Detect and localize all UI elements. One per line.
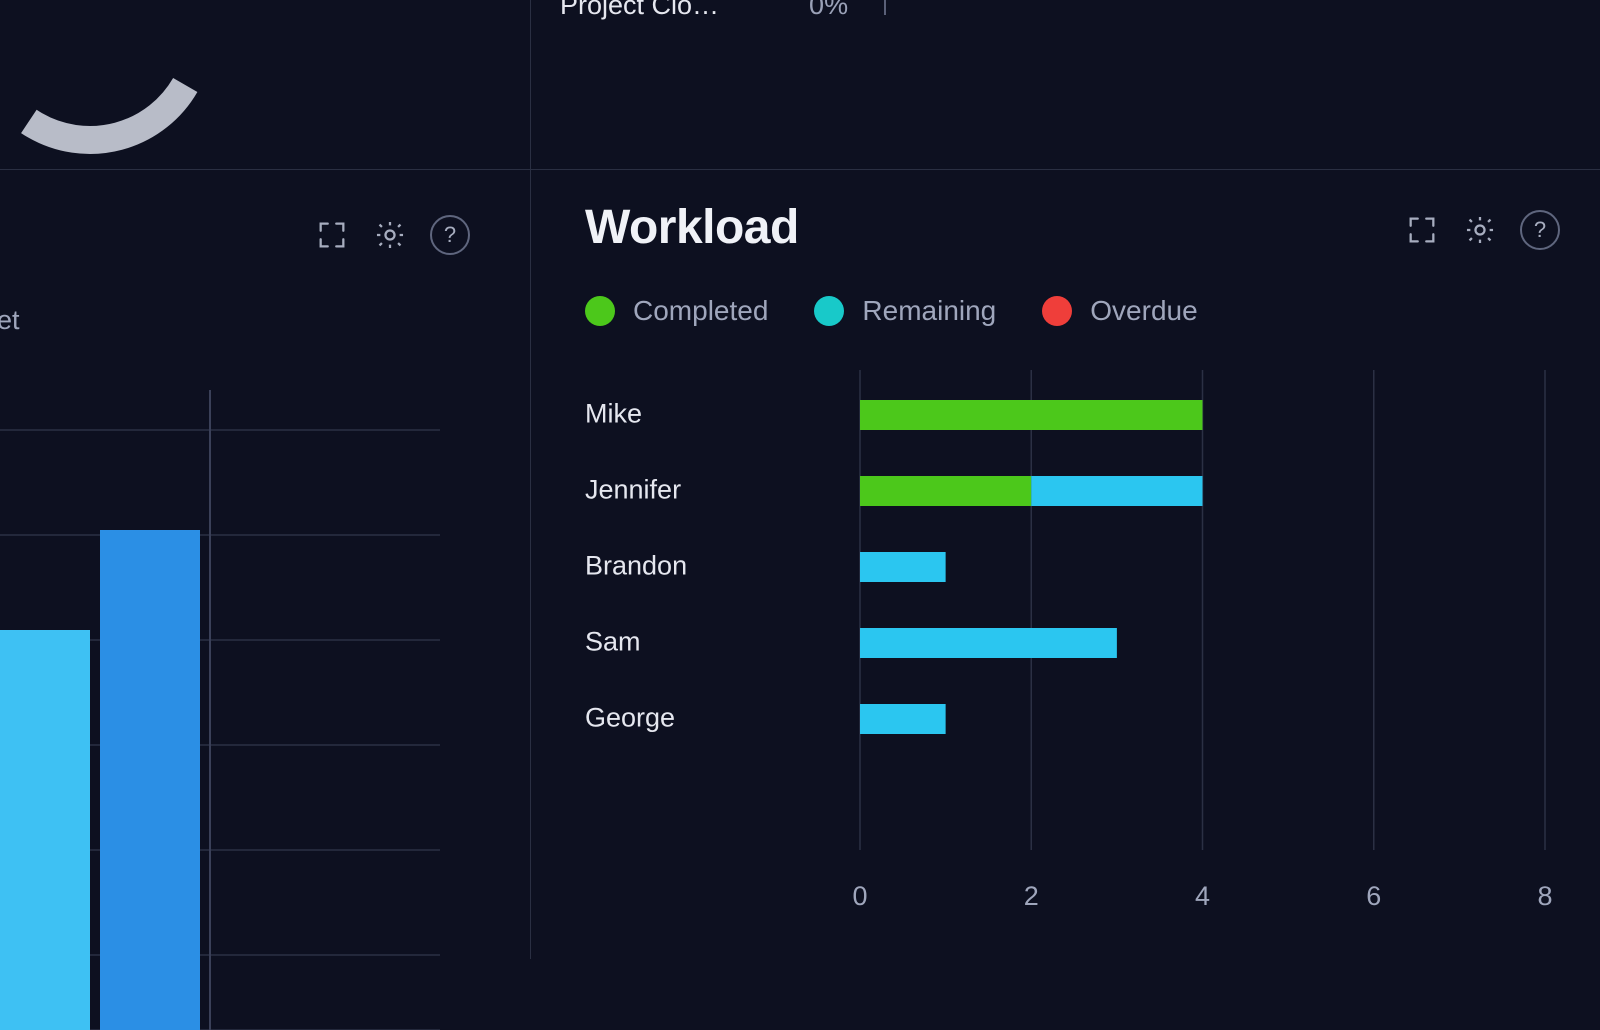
workload-row-label: Sam — [585, 627, 641, 657]
workload-legend: Completed Remaining Overdue — [585, 295, 1600, 327]
x-tick-label: 2 — [1024, 881, 1039, 911]
workload-row-label: Brandon — [585, 551, 687, 581]
top-strip: Project Clo… 0% — [0, 0, 1600, 170]
workload-panel-tools: ? — [1404, 210, 1560, 250]
x-tick-label: 0 — [852, 881, 867, 911]
workload-panel: Workload ? Completed Remaining Overdue — [530, 170, 1600, 959]
left-bar-a — [0, 630, 90, 1030]
project-percent: 0% — [809, 0, 848, 20]
left-panel: ? get — [0, 170, 530, 959]
project-name: Project Clo… — [560, 0, 719, 21]
workload-bar-segment — [860, 552, 946, 582]
swatch-completed — [585, 296, 615, 326]
workload-bar-segment — [860, 628, 1117, 658]
project-progress-row: Project Clo… 0% — [560, 0, 886, 21]
gear-icon[interactable] — [372, 217, 408, 253]
legend-remaining[interactable]: Remaining — [814, 295, 996, 327]
x-tick-label: 6 — [1366, 881, 1381, 911]
left-bar-chart — [0, 390, 440, 1030]
workload-bar-segment — [1031, 476, 1202, 506]
swatch-remaining — [814, 296, 844, 326]
workload-row-label: Jennifer — [585, 475, 681, 505]
legend-overdue[interactable]: Overdue — [1042, 295, 1197, 327]
gear-icon[interactable] — [1462, 212, 1498, 248]
help-icon[interactable]: ? — [1520, 210, 1560, 250]
workload-chart: 0 2 4 6 8 Mike Jennifer Brandon Sam George — [585, 370, 1565, 930]
left-panel-tools: ? — [314, 215, 470, 255]
workload-row-label: George — [585, 703, 675, 733]
expand-icon[interactable] — [1404, 212, 1440, 248]
workload-row-label: Mike — [585, 399, 642, 429]
x-tick-label: 4 — [1195, 881, 1210, 911]
workload-bar-segment — [860, 476, 1031, 506]
legend-remaining-label: Remaining — [862, 295, 996, 327]
donut-fragment — [0, 0, 240, 180]
workload-bar-segment — [860, 400, 1203, 430]
left-bar-b — [100, 530, 200, 1030]
panel-divider-top — [530, 0, 531, 170]
help-icon[interactable]: ? — [430, 215, 470, 255]
left-legend-fragment: get — [0, 305, 20, 336]
expand-icon[interactable] — [314, 217, 350, 253]
legend-overdue-label: Overdue — [1090, 295, 1197, 327]
x-tick-label: 8 — [1537, 881, 1552, 911]
progress-tick — [884, 0, 886, 15]
workload-bar-segment — [860, 704, 946, 734]
legend-completed-label: Completed — [633, 295, 768, 327]
swatch-overdue — [1042, 296, 1072, 326]
legend-completed[interactable]: Completed — [585, 295, 768, 327]
